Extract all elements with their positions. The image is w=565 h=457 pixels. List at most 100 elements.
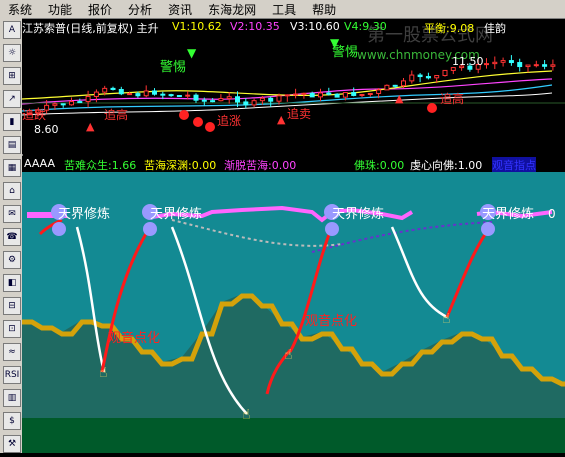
menu-item-quote[interactable]: 报价 bbox=[80, 1, 120, 18]
candle-body bbox=[309, 92, 315, 98]
hand-icon-3: ☝ bbox=[284, 347, 293, 363]
candle-body bbox=[533, 64, 539, 67]
buddha-icon-2 bbox=[52, 222, 66, 236]
menu-bar: 系统 功能 报价 分析 资讯 东海龙网 工具 帮助 bbox=[0, 0, 565, 19]
candle-body bbox=[118, 88, 124, 95]
toolbar-button-sheet-icon[interactable]: ▥ bbox=[3, 389, 21, 407]
candle-body bbox=[508, 60, 514, 64]
candle-body bbox=[69, 101, 74, 106]
candle-body bbox=[542, 64, 548, 67]
left-toolbar: A ☼ ⊞ ↗ ▮ ▤ ▦ ⌂ ✉ ☎ ⚙ ◧ ⊟ ⊡ ≈ RSI ▥ $ ⚒ bbox=[0, 18, 23, 453]
menu-item-donghai[interactable]: 东海龙网 bbox=[200, 1, 264, 18]
candle-body bbox=[384, 84, 390, 91]
toolbar-button-mail-icon[interactable]: ✉ bbox=[3, 205, 21, 223]
candle-body bbox=[409, 74, 415, 82]
candle-body bbox=[201, 99, 207, 102]
toolbar-button-box-icon[interactable]: ⊡ bbox=[3, 320, 21, 338]
candle-body bbox=[143, 90, 149, 97]
toolbar-button-list-icon[interactable]: ▤ bbox=[3, 136, 21, 154]
toolbar-button-table-icon[interactable]: ▦ bbox=[3, 159, 21, 177]
toolbar-button-rsi[interactable]: RSI bbox=[3, 366, 21, 384]
candle-body bbox=[367, 92, 373, 95]
toolbar-button-phone-icon[interactable]: ☎ bbox=[3, 228, 21, 246]
candle-body bbox=[235, 96, 240, 103]
candle-body bbox=[60, 103, 66, 106]
toolbar-button-a[interactable]: A bbox=[3, 21, 21, 39]
candle-body bbox=[334, 93, 340, 98]
candle-body bbox=[176, 95, 182, 98]
toolbar-button-window-icon[interactable]: ◧ bbox=[3, 274, 21, 292]
toolbar-button-panel-icon[interactable]: ⊟ bbox=[3, 297, 21, 315]
candle-body bbox=[500, 60, 506, 63]
indicator-name[interactable]: AAAA bbox=[24, 157, 55, 170]
v4-value: V4:9.30 bbox=[344, 20, 387, 33]
candle-body bbox=[210, 100, 216, 103]
red-line-5 bbox=[445, 226, 492, 318]
toolbar-button-tool-icon[interactable]: ⚒ bbox=[3, 435, 21, 453]
kline-pane[interactable]: 第一股票公式网 www.chnmoney.com 警惕 警惕 追跌 追高 追涨 … bbox=[21, 19, 565, 154]
candle-body bbox=[77, 101, 83, 104]
low-value-label: 8.60 bbox=[34, 123, 59, 136]
arrow-down-icon-2: ▼ bbox=[330, 36, 340, 50]
jiantuo-value: 渐脱苦海:0.00 bbox=[224, 159, 297, 172]
candle-body bbox=[152, 90, 157, 95]
candle-body bbox=[218, 98, 224, 102]
candle-body bbox=[417, 74, 423, 78]
red-ball-icon bbox=[179, 110, 189, 120]
candle-body bbox=[525, 64, 531, 68]
menu-item-news[interactable]: 资讯 bbox=[160, 1, 200, 18]
candle-body bbox=[226, 96, 232, 100]
jiyun-label: 佳韵 bbox=[484, 22, 506, 35]
candle-body bbox=[93, 91, 99, 97]
menu-item-function[interactable]: 功能 bbox=[40, 1, 80, 18]
right-axis-value: 0 bbox=[548, 207, 556, 221]
menu-item-system[interactable]: 系统 bbox=[0, 1, 40, 18]
candle-body bbox=[376, 89, 382, 94]
label-jingti-1: 警惕 bbox=[160, 59, 186, 75]
kunan-value: 苦难众生:1.66 bbox=[64, 159, 137, 172]
candle-body bbox=[442, 69, 448, 77]
menu-item-tools[interactable]: 工具 bbox=[264, 1, 304, 18]
toolbar-button-wave-icon[interactable]: ≈ bbox=[3, 343, 21, 361]
candle-body bbox=[135, 93, 141, 97]
candle-body bbox=[85, 95, 91, 103]
candle-body bbox=[110, 87, 116, 90]
candle-body bbox=[102, 87, 108, 93]
arrow-up-icon-3: ▲ bbox=[395, 92, 404, 105]
toolbar-button-candle-icon[interactable]: ▮ bbox=[3, 113, 21, 131]
guanyin-label-2: 观音点化 bbox=[305, 313, 357, 329]
candle-body bbox=[550, 64, 556, 67]
candle-body bbox=[193, 94, 199, 101]
stock-title: 江苏索普(日线,前复权) 主升 bbox=[22, 22, 159, 35]
candle-body bbox=[127, 93, 133, 96]
toolbar-button-trend-icon[interactable]: ↗ bbox=[3, 90, 21, 108]
menu-item-analysis[interactable]: 分析 bbox=[120, 1, 160, 18]
label-zhuizhang: 追涨 bbox=[217, 113, 241, 128]
candle-body bbox=[326, 92, 332, 95]
kline-header: 江苏索普(日线,前复权) 主升 V1:10.62 V2:10.35 V3:10.… bbox=[22, 19, 565, 35]
toolbar-button-grid-icon[interactable]: ⊞ bbox=[3, 67, 21, 85]
buddha-icon-6 bbox=[325, 222, 339, 236]
toolbar-button-gear-icon[interactable]: ⚙ bbox=[3, 251, 21, 269]
candle-body bbox=[276, 95, 282, 102]
buddha-icon-4 bbox=[143, 222, 157, 236]
high-value-label: 11.50 bbox=[452, 55, 484, 68]
label-zhuimai: 追卖 bbox=[287, 106, 311, 121]
label-zhuigao: 追高 bbox=[104, 107, 128, 122]
toolbar-button-dollar-icon[interactable]: $ bbox=[3, 412, 21, 430]
candle-body bbox=[168, 94, 174, 97]
candle-body bbox=[517, 62, 523, 68]
guanyin-zhizhi-label: 观音指点 bbox=[492, 157, 536, 173]
gray-dotted-curve bbox=[171, 219, 343, 247]
guanyin-label-1: 观音点化 bbox=[108, 330, 160, 346]
kuhai-value: 苦海深渊:0.00 bbox=[144, 159, 217, 172]
toolbar-button-home-icon[interactable]: ⌂ bbox=[3, 182, 21, 200]
indicator-pane[interactable]: ☝ ☝ ☝ ☝ 天界修炼 天界修炼 天界修炼 天界修炼 观音点化 观音点化 0 bbox=[22, 172, 565, 453]
hand-icon-4: ☝ bbox=[442, 311, 451, 327]
candle-body bbox=[484, 63, 489, 66]
toolbar-button-sun-icon[interactable]: ☼ bbox=[3, 44, 21, 62]
candle-body bbox=[268, 97, 274, 102]
tianjie-label-2: 天界修炼 bbox=[150, 207, 202, 222]
xuxin-value: 虔心向佛:1.00 bbox=[410, 159, 483, 172]
menu-item-help[interactable]: 帮助 bbox=[304, 1, 344, 18]
